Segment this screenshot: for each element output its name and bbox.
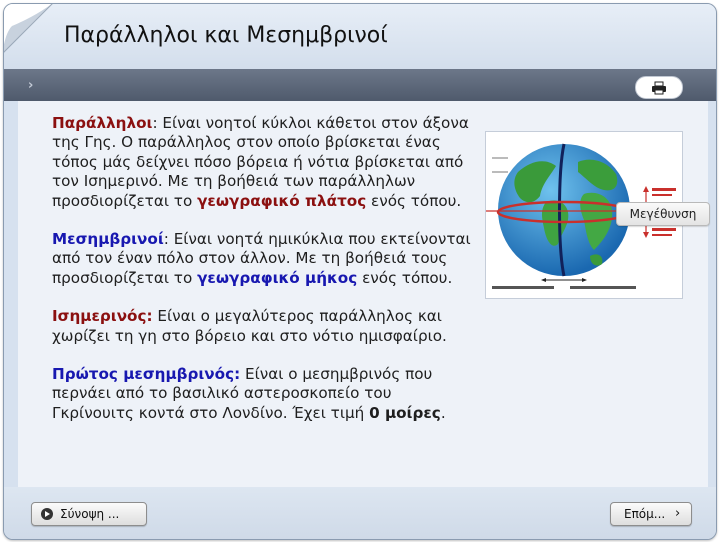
print-button[interactable] [635,76,683,99]
title-bar: Παράλληλοι και Μεσημβρινοί [4,4,716,69]
chevron-right-icon: › [675,506,681,521]
content-area: Παράλληλοι: Είναι νοητοί κύκλοι κάθετοι … [18,101,708,487]
highlight-zero-degrees: 0 μοίρες [369,403,441,422]
highlight-latitude: γεωγραφικό πλάτος [197,191,367,210]
toolbar: › [4,69,716,101]
play-icon [41,508,53,520]
footer-bar: Σύνοψη ... Επόμ... › [4,487,716,539]
text: . [440,403,446,422]
page-curl-icon [4,4,53,53]
page-title: Παράλληλοι και Μεσημβρινοί [64,23,388,48]
lesson-panel: Παράλληλοι και Μεσημβρινοί › Παράλληλοι:… [3,3,717,540]
next-label: Επόμ... [624,507,666,521]
term-equator: Ισημερινός: [52,307,153,326]
term-prime-meridian: Πρώτος μεσημβρινός: [52,365,241,384]
summary-button[interactable]: Σύνοψη ... [31,502,147,526]
next-button[interactable]: Επόμ... › [610,502,692,526]
nav-arrow-icon[interactable]: › [28,78,33,93]
highlight-longitude: γεωγραφικό μήκος [197,268,358,287]
paragraph-parallels: Παράλληλοι: Είναι νοητοί κύκλοι κάθετοι … [52,114,472,211]
term-meridians: Μεσημβρινοί [52,230,164,249]
paragraph-prime-meridian: Πρώτος μεσημβρινός: Είναι ο μεσημβρινός … [52,365,472,423]
text: ενός τόπου. [366,191,462,210]
term-parallels: Παράλληλοι [52,114,153,132]
printer-icon [652,81,666,94]
zoom-button[interactable]: Μεγέθυνση [616,202,710,226]
paragraph-equator: Ισημερινός: Είναι ο μεγαλύτερος παράλληλ… [52,307,472,346]
summary-label: Σύνοψη ... [60,507,120,521]
text: ενός τόπου. [357,268,453,287]
lesson-text: Παράλληλοι: Είναι νοητοί κύκλοι κάθετοι … [52,114,472,442]
paragraph-meridians: Μεσημβρινοί: Είναι νοητά ημικύκλια που ε… [52,230,472,288]
